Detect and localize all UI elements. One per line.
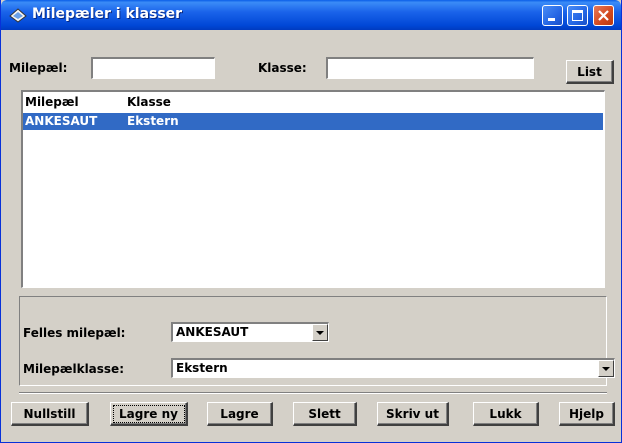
list-row-selected[interactable]: ANKESAUT Ekstern xyxy=(23,113,603,130)
minimize-icon xyxy=(548,18,555,21)
list-button[interactable]: List xyxy=(566,60,614,84)
lagre-ny-button[interactable]: Lagre ny xyxy=(110,402,188,426)
felles-milepael-label: Felles milepæl: xyxy=(23,326,126,340)
lukk-button[interactable]: Lukk xyxy=(473,402,539,426)
milepael-filter-input[interactable] xyxy=(91,57,215,79)
milepaelklasse-value: Ekstern xyxy=(176,361,228,375)
lagre-button[interactable]: Lagre xyxy=(207,402,273,426)
slett-button[interactable]: Slett xyxy=(293,402,357,426)
milepaelklasse-dropdown[interactable] xyxy=(598,360,614,377)
row-milepael: ANKESAUT xyxy=(25,114,98,128)
column-header-milepael[interactable]: Milepæl xyxy=(25,95,79,109)
divider xyxy=(19,392,607,394)
chevron-down-icon xyxy=(602,367,610,371)
klasse-filter-label: Klasse: xyxy=(258,61,307,75)
lagre-ny-label: Lagre ny xyxy=(119,406,178,421)
close-icon xyxy=(598,10,609,21)
window-title: Milepæler i klasser xyxy=(32,6,183,22)
chevron-down-icon xyxy=(316,331,324,335)
column-header-klasse[interactable]: Klasse xyxy=(127,95,171,109)
felles-milepael-select[interactable]: ANKESAUT xyxy=(171,322,329,342)
milepaelklasse-label: Milepælklasse: xyxy=(23,362,124,376)
nullstill-button[interactable]: Nullstill xyxy=(11,402,89,426)
hjelp-button[interactable]: Hjelp xyxy=(559,402,615,426)
milepael-filter-label: Milepæl: xyxy=(9,61,68,75)
slett-label: Slett xyxy=(308,406,341,421)
app-window: Milepæler i klasser Milepæl: Klasse: Lis… xyxy=(0,0,622,443)
nullstill-label: Nullstill xyxy=(23,406,76,421)
maximize-button[interactable] xyxy=(567,5,588,26)
minimize-button[interactable] xyxy=(542,5,563,26)
skriv-ut-label: Skriv ut xyxy=(386,406,439,421)
list-button-label: List xyxy=(577,64,602,79)
title-bar[interactable]: Milepæler i klasser xyxy=(1,0,621,30)
close-button[interactable] xyxy=(593,5,614,26)
maximize-icon xyxy=(572,10,583,21)
skriv-ut-button[interactable]: Skriv ut xyxy=(377,402,449,426)
app-icon xyxy=(9,8,27,23)
milestone-list[interactable]: Milepæl Klasse ANKESAUT Ekstern xyxy=(21,90,605,288)
lagre-label: Lagre xyxy=(220,406,259,421)
felles-milepael-dropdown[interactable] xyxy=(312,324,328,341)
row-klasse: Ekstern xyxy=(127,114,179,128)
lukk-label: Lukk xyxy=(489,406,522,421)
klasse-filter-input[interactable] xyxy=(326,57,534,79)
felles-milepael-value: ANKESAUT xyxy=(176,325,249,339)
hjelp-label: Hjelp xyxy=(569,406,604,421)
milepaelklasse-select[interactable]: Ekstern xyxy=(171,358,615,378)
